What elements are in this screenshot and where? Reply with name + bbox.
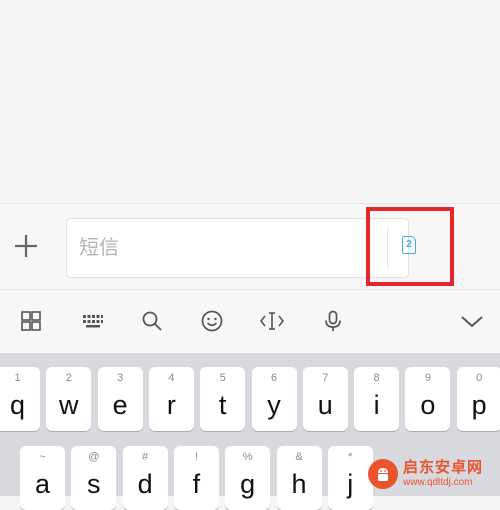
- compose-bar: [0, 203, 500, 463]
- key-secondary-label: !: [194, 451, 198, 463]
- cursor-icon: [259, 312, 285, 330]
- microphone-icon: [325, 310, 341, 331]
- key-letter: p: [471, 390, 487, 420]
- watermark-title: 启东安卓网: [403, 459, 484, 476]
- key-secondary-label: 1: [14, 372, 21, 384]
- key-letter: y: [267, 390, 281, 420]
- attach-button[interactable]: [8, 226, 44, 266]
- key-a[interactable]: ~ a: [20, 446, 65, 510]
- key-secondary-label: @: [88, 451, 100, 463]
- key-letter: d: [137, 469, 153, 499]
- plus-icon: [15, 235, 37, 257]
- key-secondary-label: 7: [322, 372, 329, 384]
- toolbar-grid-button[interactable]: [16, 306, 46, 336]
- toolbar-voice-button[interactable]: [318, 306, 348, 336]
- key-letter: i: [373, 390, 380, 420]
- key-letter: j: [347, 469, 354, 499]
- key-secondary-label: 6: [270, 372, 278, 384]
- key-i[interactable]: 8i: [354, 367, 400, 431]
- toolbar-keyboard-button[interactable]: [78, 306, 108, 336]
- key-e[interactable]: 3e: [97, 367, 143, 431]
- emoji-icon: [201, 310, 223, 332]
- key-secondary-label: 5: [219, 372, 226, 384]
- key-letter: h: [291, 469, 307, 499]
- key-letter: g: [240, 469, 256, 499]
- key-y[interactable]: 6y: [251, 367, 297, 431]
- key-secondary-label: 2: [65, 372, 72, 384]
- key-g[interactable]: % g: [225, 446, 271, 510]
- keyboard-icon: [83, 315, 103, 328]
- key-letter: q: [9, 390, 26, 420]
- key-w[interactable]: 2w: [46, 367, 92, 431]
- message-input-box[interactable]: [66, 218, 409, 278]
- key-s[interactable]: @ s: [71, 446, 117, 510]
- key-letter: w: [59, 390, 79, 420]
- grid-icon: [21, 311, 41, 331]
- key-secondary-label: ~: [39, 451, 46, 463]
- key-letter: t: [218, 390, 227, 420]
- key-letter: s: [87, 469, 101, 499]
- keyboard-toolbar: [0, 289, 500, 353]
- toolbar-collapse-button[interactable]: [457, 306, 487, 336]
- key-f[interactable]: ! f: [173, 446, 219, 510]
- key-letter: o: [420, 390, 436, 420]
- key-p[interactable]: 0p: [456, 367, 500, 431]
- key-letter: e: [112, 390, 128, 420]
- key-secondary-label: 8: [373, 372, 380, 384]
- key-j[interactable]: * j: [327, 446, 373, 510]
- sim-card-icon[interactable]: 2: [402, 236, 416, 254]
- message-input[interactable]: [79, 229, 369, 267]
- key-letter: f: [192, 469, 201, 499]
- key-o[interactable]: 9o: [405, 367, 451, 431]
- key-t[interactable]: 5t: [200, 367, 246, 431]
- search-icon: [142, 311, 162, 331]
- key-secondary-label: 0: [476, 372, 483, 384]
- key-secondary-label: 9: [424, 372, 431, 384]
- toolbar-emoji-button[interactable]: [197, 306, 227, 336]
- key-secondary-label: &: [295, 451, 303, 463]
- key-secondary-label: *: [348, 451, 353, 463]
- watermark-url: www.qdltdj.com: [403, 477, 473, 488]
- sim-card-number: 2: [406, 239, 412, 250]
- key-secondary-label: 4: [168, 372, 175, 384]
- key-q[interactable]: 1q: [0, 367, 40, 431]
- key-letter: u: [317, 390, 333, 420]
- toolbar-search-button[interactable]: [137, 306, 167, 336]
- key-secondary-label: #: [142, 451, 149, 463]
- key-letter: r: [166, 390, 176, 420]
- key-letter: a: [34, 469, 51, 499]
- watermark: 启东安卓网 www.qdltdj.com: [368, 452, 500, 496]
- key-u[interactable]: 7u: [302, 367, 348, 431]
- chevron-down-icon: [461, 316, 483, 328]
- key-r[interactable]: 4r: [148, 367, 194, 431]
- android-logo-icon: [378, 468, 388, 481]
- key-d[interactable]: # d: [122, 446, 168, 510]
- message-area: [0, 0, 500, 203]
- key-secondary-label: %: [242, 451, 253, 463]
- key-secondary-label: 3: [117, 372, 124, 384]
- toolbar-cursor-button[interactable]: [257, 306, 287, 336]
- watermark-logo: [368, 459, 398, 489]
- key-h[interactable]: & h: [276, 446, 322, 510]
